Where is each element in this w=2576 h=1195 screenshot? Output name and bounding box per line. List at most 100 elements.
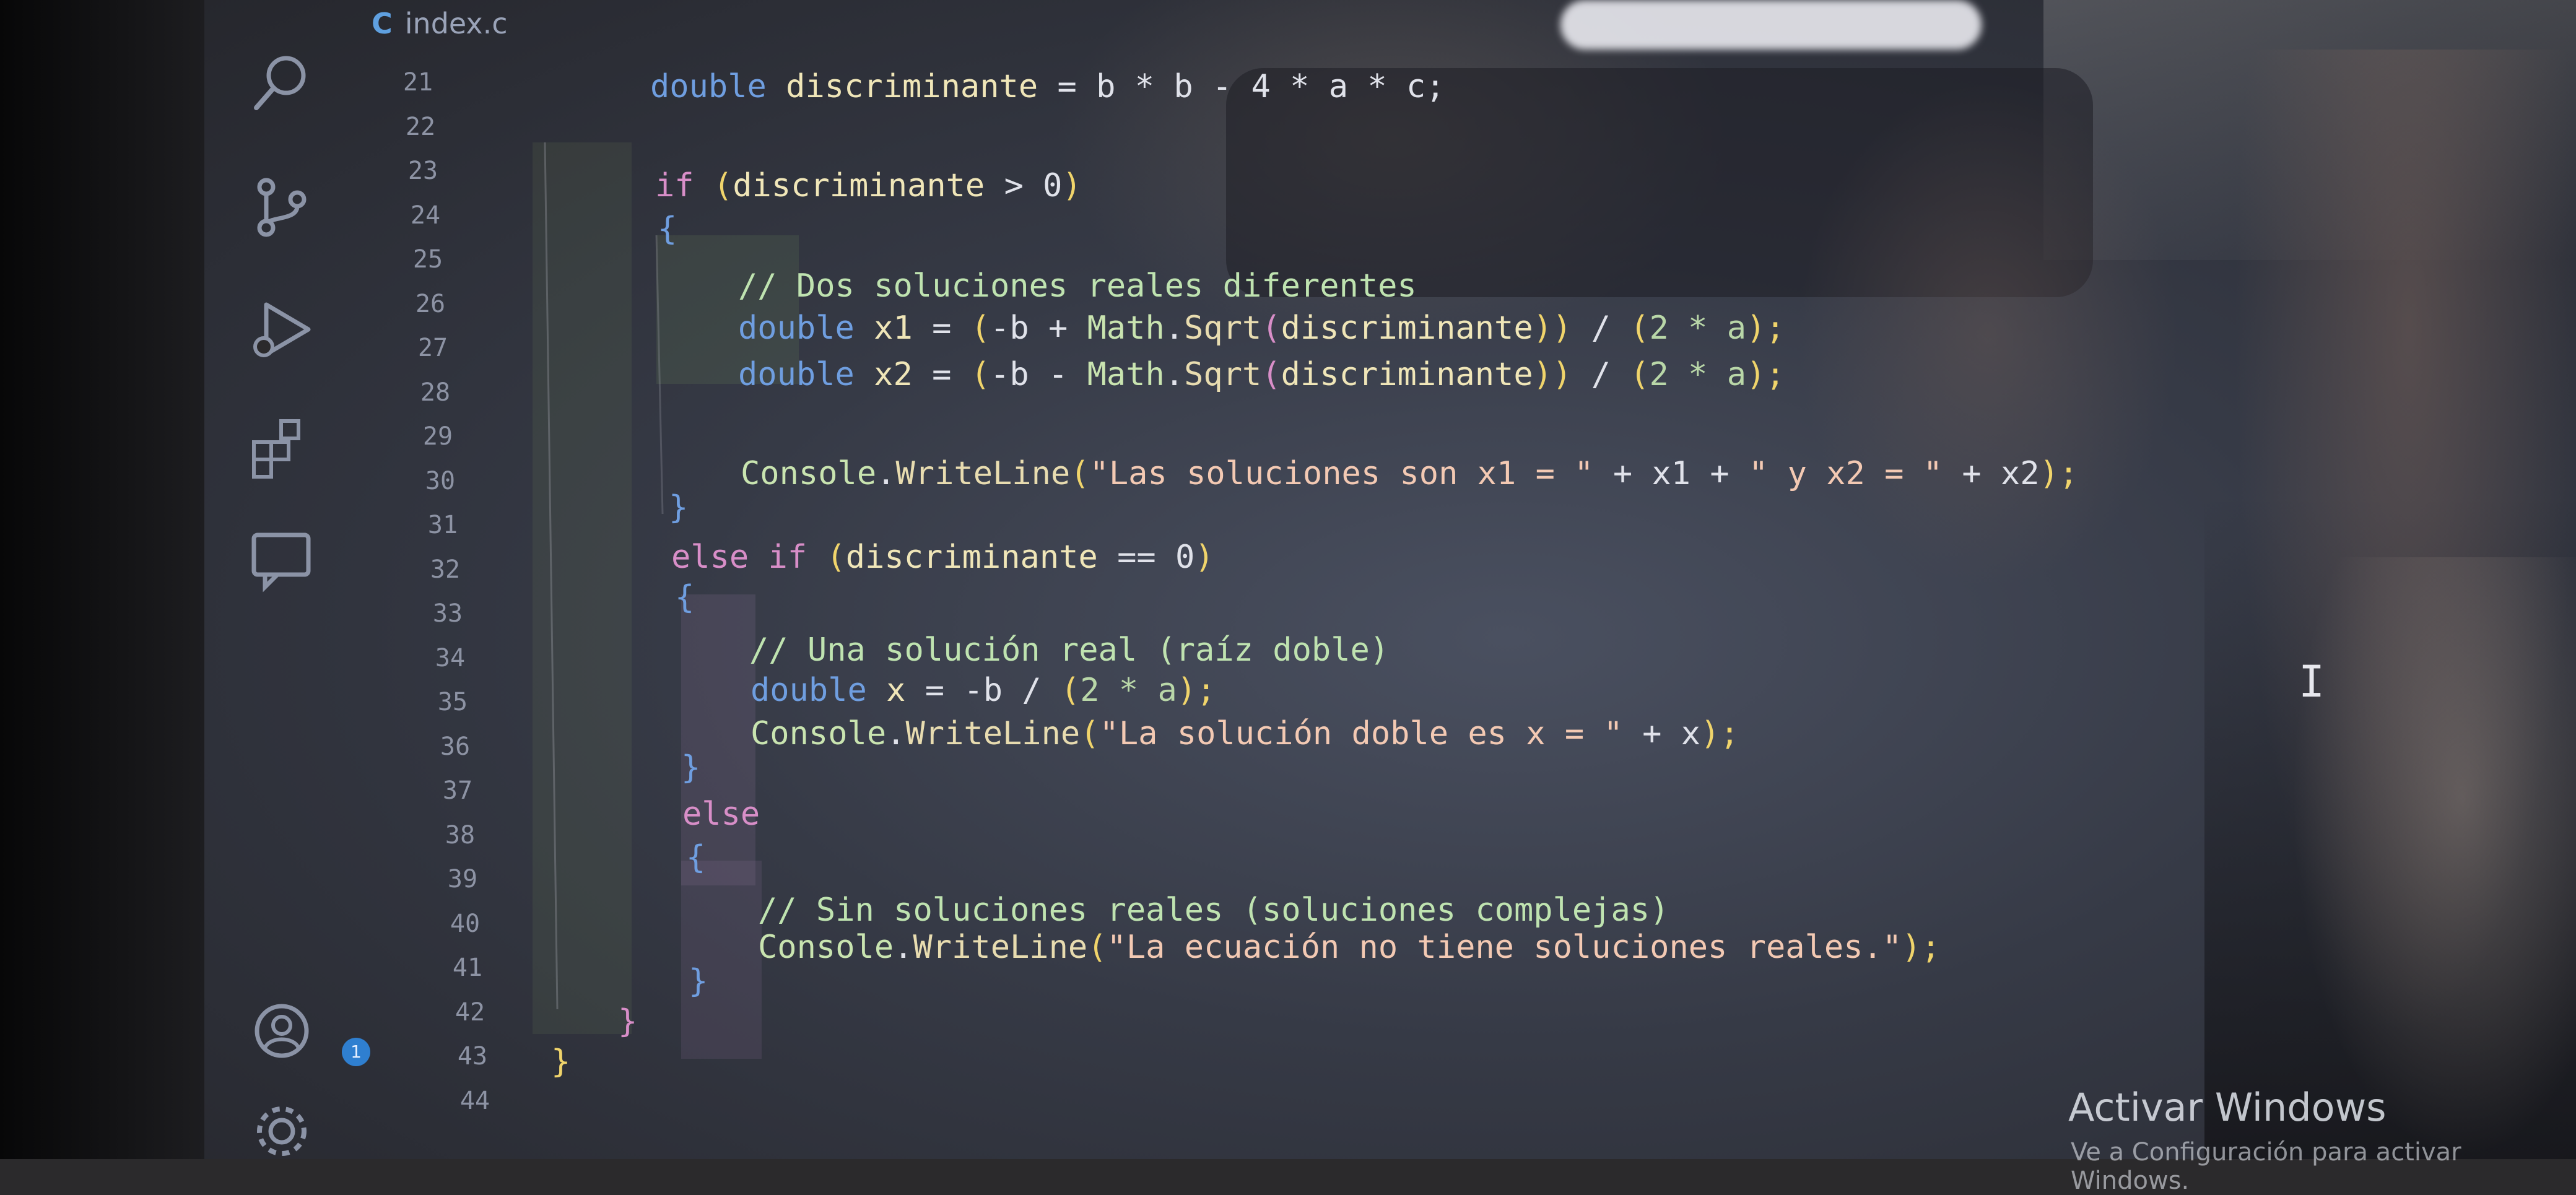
- activation-watermark-subtitle: Ve a Configuración para activar Windows.: [2071, 1138, 2461, 1195]
- token-bracket: );: [1902, 929, 1941, 966]
- token-brace: {: [675, 579, 695, 616]
- token-operator: =: [932, 310, 971, 347]
- token-class: Console: [751, 715, 887, 752]
- extensions-icon[interactable]: [248, 415, 316, 483]
- token-method: WriteLine: [913, 929, 1088, 966]
- code-line-35[interactable]: Console.WriteLine("La solución doble es …: [751, 715, 1739, 752]
- token-bracket: ): [1062, 167, 1082, 204]
- token-bracket: );: [1177, 672, 1216, 709]
- token-operator: =: [1057, 68, 1077, 105]
- code-line-31[interactable]: else if (discriminante == 0): [671, 539, 1214, 576]
- token-method: Sqrt: [1184, 310, 1262, 347]
- token-comment: // Dos soluciones reales diferentes: [738, 267, 1417, 305]
- token-identifier: discriminante: [845, 539, 1098, 576]
- token-bracket: )): [1533, 310, 1572, 347]
- token-expression: -b -: [990, 356, 1087, 393]
- token-identifier: discriminante: [1281, 356, 1533, 393]
- token-expression: 2 * a: [1080, 672, 1177, 709]
- token-bracket: (: [713, 167, 733, 204]
- token-expression: = -b /: [905, 672, 1061, 709]
- token-class: Console: [741, 455, 877, 492]
- token-string: " y x2 = ": [1748, 455, 1943, 492]
- code-line-40[interactable]: Console.WriteLine("La ecuación no tiene …: [758, 929, 1941, 966]
- line-number: 22: [405, 112, 436, 141]
- search-icon[interactable]: [248, 50, 316, 118]
- token-expression: -b +: [990, 310, 1087, 347]
- token-identifier: x2: [874, 356, 913, 393]
- remote-explorer-icon[interactable]: [248, 526, 316, 594]
- token-identifier: x1: [874, 310, 913, 347]
- token-brace: }: [681, 749, 701, 786]
- token-bracket: (: [970, 310, 991, 347]
- token-expression: + x: [1622, 715, 1701, 752]
- code-line-26[interactable]: double x1 = (-b + Math.Sqrt(discriminant…: [738, 310, 1785, 347]
- token-expression: 2 * a: [1649, 310, 1747, 347]
- code-line-30[interactable]: }: [669, 489, 688, 526]
- token-bracket: (: [1087, 929, 1107, 966]
- token-expression: 2 * a: [1649, 356, 1747, 393]
- token-brace: {: [658, 211, 677, 248]
- token-brace: }: [689, 963, 708, 1000]
- code-line-21[interactable]: double discriminante = b * b - 4 * a * c…: [650, 68, 1445, 105]
- token-bracket: (: [1261, 310, 1281, 347]
- token-method: Sqrt: [1184, 356, 1262, 393]
- run-debug-icon[interactable]: [248, 297, 316, 365]
- line-number: 25: [412, 245, 443, 274]
- editor-tab[interactable]: C index.c: [372, 5, 508, 42]
- account-icon[interactable]: [248, 997, 316, 1065]
- token-expression: b * b - 4 * a * c;: [1096, 68, 1445, 105]
- code-line-43[interactable]: }: [551, 1043, 570, 1080]
- code-line-24[interactable]: {: [658, 211, 677, 248]
- code-line-36[interactable]: }: [681, 749, 700, 786]
- code-line-32[interactable]: {: [675, 579, 694, 616]
- token-class: Math: [1087, 310, 1165, 347]
- code-line-33[interactable]: // Una solución real (raíz doble): [749, 632, 1389, 669]
- text-cursor-icon: I: [2299, 656, 2325, 707]
- code-line-37[interactable]: else: [682, 796, 760, 833]
- token-bracket: (: [1261, 356, 1281, 393]
- token-brace: }: [618, 1003, 638, 1040]
- code-line-42[interactable]: }: [618, 1003, 637, 1040]
- token-expression: > 0: [1004, 167, 1063, 204]
- token-brace: {: [686, 839, 706, 876]
- token-keyword: if: [655, 167, 694, 204]
- token-bracket: (: [1070, 455, 1090, 492]
- line-number: 27: [417, 334, 448, 362]
- code-line-25[interactable]: // Dos soluciones reales diferentes: [738, 267, 1417, 305]
- code-line-29[interactable]: Console.WriteLine("Las soluciones son x1…: [741, 455, 2078, 492]
- token-identifier: discriminante: [733, 167, 985, 204]
- token-bracket: ): [1194, 539, 1214, 576]
- token-keyword: else if: [671, 539, 807, 576]
- monitor-bezel: [0, 0, 204, 1159]
- token-operator: /: [1572, 356, 1630, 393]
- token-bracket: );: [1746, 310, 1785, 347]
- token-dot: .: [1164, 310, 1185, 347]
- token-type: double: [751, 672, 867, 709]
- tab-filename: index.c: [404, 7, 508, 40]
- line-number: 23: [407, 157, 438, 185]
- code-line-41[interactable]: }: [689, 963, 708, 1000]
- code-line-39[interactable]: // Sin soluciones reales (soluciones com…: [758, 892, 1669, 929]
- token-operator: /: [1572, 310, 1630, 347]
- source-control-icon[interactable]: [248, 173, 316, 241]
- token-bracket: (: [1630, 356, 1650, 393]
- token-bracket: )): [1533, 356, 1572, 393]
- account-badge: 1: [342, 1038, 370, 1066]
- code-line-27[interactable]: double x2 = (-b - Math.Sqrt(discriminant…: [738, 356, 1785, 393]
- token-bracket: (: [1630, 310, 1650, 347]
- code-line-34[interactable]: double x = -b / (2 * a);: [751, 672, 1216, 709]
- token-bracket: (: [1080, 715, 1100, 752]
- token-operator: =: [932, 356, 971, 393]
- token-brace: }: [669, 489, 689, 526]
- token-dot: .: [1164, 356, 1185, 393]
- line-number: 44: [459, 1086, 490, 1115]
- reflection-collar: [2291, 557, 2576, 1159]
- token-comment: // Una solución real (raíz doble): [749, 632, 1390, 669]
- code-line-23[interactable]: if (discriminante > 0): [655, 167, 1082, 204]
- code-line-38[interactable]: {: [686, 839, 705, 876]
- token-bracket: );: [1700, 715, 1739, 752]
- token-string: "Las soluciones son x1 = ": [1089, 455, 1594, 492]
- settings-gear-icon[interactable]: [248, 1097, 316, 1165]
- token-bracket: (: [970, 356, 991, 393]
- token-expression: + x1 +: [1593, 455, 1749, 492]
